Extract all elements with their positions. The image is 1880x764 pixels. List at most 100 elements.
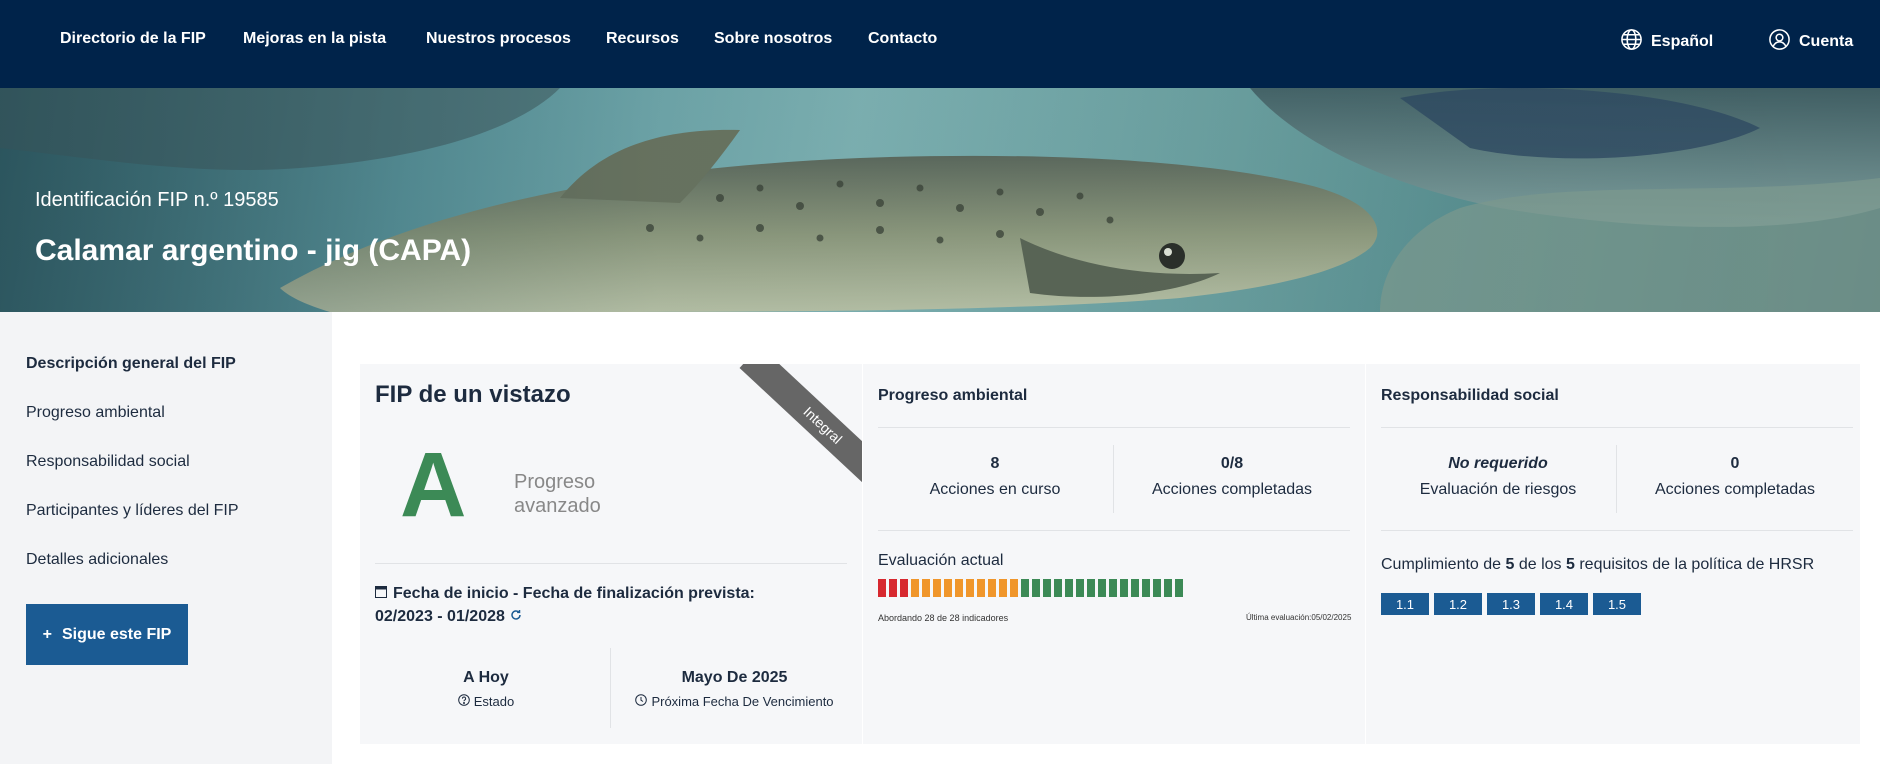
nav-contact[interactable]: Contacto	[868, 30, 937, 48]
indicator-segment-green	[1032, 579, 1040, 597]
account-menu[interactable]: Cuenta	[1768, 28, 1853, 56]
sidebar-item-participants[interactable]: Participantes y líderes del FIP	[26, 502, 239, 520]
social-card	[1366, 364, 1860, 744]
nav-improvements[interactable]: Mejoras en la pista	[243, 30, 386, 48]
indicator-segment-red	[889, 579, 897, 597]
requirement-chip[interactable]: 1.1	[1381, 593, 1429, 615]
actions-in-progress-cell: 8 Acciones en curso	[878, 455, 1112, 499]
indicator-segment-green	[1054, 579, 1062, 597]
indicator-segment-orange	[911, 579, 919, 597]
requirement-chip[interactable]: 1.5	[1593, 593, 1641, 615]
nav-fip-directory[interactable]: Directorio de la FIP	[60, 30, 206, 48]
sidebar-item-details[interactable]: Detalles adicionales	[26, 551, 168, 569]
grade-label-line1: Progreso	[514, 471, 596, 493]
actions-completed-cell: 0/8 Acciones completadas	[1114, 455, 1350, 499]
indicators-text: Abordando 28 de 28 indicadores	[878, 613, 1009, 623]
risk-assessment-label: Evaluación de riesgos	[1419, 481, 1577, 498]
indicator-bar	[878, 579, 1183, 597]
indicator-segment-green	[1153, 579, 1161, 597]
history-icon[interactable]	[510, 608, 522, 626]
divider	[375, 563, 847, 564]
sidebar-item-overview[interactable]: Descripción general del FIP	[26, 355, 236, 373]
follow-fip-button[interactable]: + Sigue este FIP	[26, 604, 188, 665]
social-actions-completed-cell: 0 Acciones completadas	[1617, 455, 1853, 499]
indicator-segment-green	[1120, 579, 1128, 597]
indicator-segment-orange	[944, 579, 952, 597]
page-title: Calamar argentino - jig (CAPA)	[35, 234, 472, 267]
indicator-segment-green	[1131, 579, 1139, 597]
hrsr-compliance-text: Cumplimiento de 5 de los 5 requisitos de…	[1381, 556, 1814, 574]
question-icon	[457, 694, 470, 709]
status-value: A Hoy	[463, 669, 509, 686]
actions-in-progress-value: 8	[990, 455, 1000, 472]
due-date-cell: Mayo De 2025 Próxima Fecha De Vencimient…	[612, 669, 857, 709]
social-title: Responsabilidad social	[1381, 387, 1559, 404]
dates-label-text: Fecha de inicio - Fecha de finalización …	[393, 585, 755, 602]
user-icon	[1768, 28, 1791, 56]
due-date-value: Mayo De 2025	[681, 669, 788, 686]
follow-button-label: Sigue este FIP	[61, 625, 172, 643]
nav-processes[interactable]: Nuestros procesos	[426, 30, 571, 48]
indicator-segment-green	[1164, 579, 1172, 597]
hrsr-requirements: 1.1 1.2 1.3 1.4 1.5	[1381, 593, 1641, 615]
indicator-segment-green	[1021, 579, 1029, 597]
dates-value: 02/2023 - 01/2028	[375, 608, 522, 626]
requirement-chip[interactable]: 1.3	[1487, 593, 1535, 615]
globe-icon	[1620, 28, 1643, 56]
calendar-icon	[375, 585, 387, 603]
indicator-segment-green	[1098, 579, 1106, 597]
requirement-chip[interactable]: 1.2	[1434, 593, 1482, 615]
risk-assessment-cell: No requerido Evaluación de riesgos	[1381, 455, 1615, 499]
fish-image	[0, 88, 1880, 312]
indicator-segment-orange	[966, 579, 974, 597]
status-label: Estado	[375, 694, 597, 709]
integral-ribbon: Integral	[724, 364, 862, 492]
divider	[1381, 427, 1853, 428]
indicator-segment-orange	[1010, 579, 1018, 597]
ribbon-label: Integral	[739, 364, 862, 492]
divider	[610, 648, 611, 728]
language-selector[interactable]: Español	[1620, 28, 1713, 56]
indicator-segment-green	[1065, 579, 1073, 597]
compliance-total: 5	[1566, 556, 1575, 573]
social-actions-completed-label: Acciones completadas	[1654, 481, 1816, 498]
actions-in-progress-label: Acciones en curso	[929, 481, 1061, 498]
hero-banner: Identificación FIP n.º 19585 Calamar arg…	[0, 88, 1880, 312]
due-date-label-text: Próxima Fecha De Vencimiento	[651, 694, 834, 709]
account-label: Cuenta	[1799, 33, 1854, 50]
plus-icon: +	[42, 625, 52, 643]
indicator-segment-green	[1043, 579, 1051, 597]
sidebar-item-social[interactable]: Responsabilidad social	[26, 453, 190, 471]
indicator-segment-green	[1076, 579, 1084, 597]
evaluation-label: Evaluación actual	[878, 552, 1004, 569]
indicator-segment-orange	[933, 579, 941, 597]
divider	[878, 427, 1350, 428]
indicator-segment-orange	[977, 579, 985, 597]
due-date-label: Próxima Fecha De Vencimiento	[612, 694, 857, 709]
top-navigation: Directorio de la FIP Mejoras en la pista…	[0, 0, 1880, 88]
status-label-text: Estado	[473, 694, 515, 709]
fip-id: Identificación FIP n.º 19585	[35, 189, 279, 211]
nav-resources[interactable]: Recursos	[606, 30, 679, 48]
compliance-mid: de los	[1514, 556, 1566, 573]
language-label: Español	[1651, 33, 1714, 50]
indicator-segment-green	[1142, 579, 1150, 597]
grade-letter: A	[400, 434, 467, 536]
social-actions-completed-value: 0	[1730, 455, 1740, 472]
actions-completed-label: Acciones completadas	[1151, 481, 1313, 498]
dates-value-text: 02/2023 - 01/2028	[375, 608, 505, 625]
indicator-segment-green	[1087, 579, 1095, 597]
risk-assessment-value: No requerido	[1448, 455, 1548, 472]
indicator-segment-orange	[999, 579, 1007, 597]
indicator-segment-red	[900, 579, 908, 597]
glance-title: FIP de un vistazo	[375, 381, 571, 408]
sidebar-item-environmental[interactable]: Progreso ambiental	[26, 404, 165, 422]
last-evaluation: Última evaluación:05/02/2025	[1246, 613, 1352, 622]
indicator-segment-orange	[955, 579, 963, 597]
status-cell: A Hoy Estado	[375, 669, 597, 709]
actions-completed-value: 0/8	[1220, 455, 1244, 472]
compliance-suffix: requisitos de la política de HRSR	[1574, 556, 1815, 573]
requirement-chip[interactable]: 1.4	[1540, 593, 1588, 615]
nav-about[interactable]: Sobre nosotros	[714, 30, 832, 48]
indicator-segment-orange	[988, 579, 996, 597]
